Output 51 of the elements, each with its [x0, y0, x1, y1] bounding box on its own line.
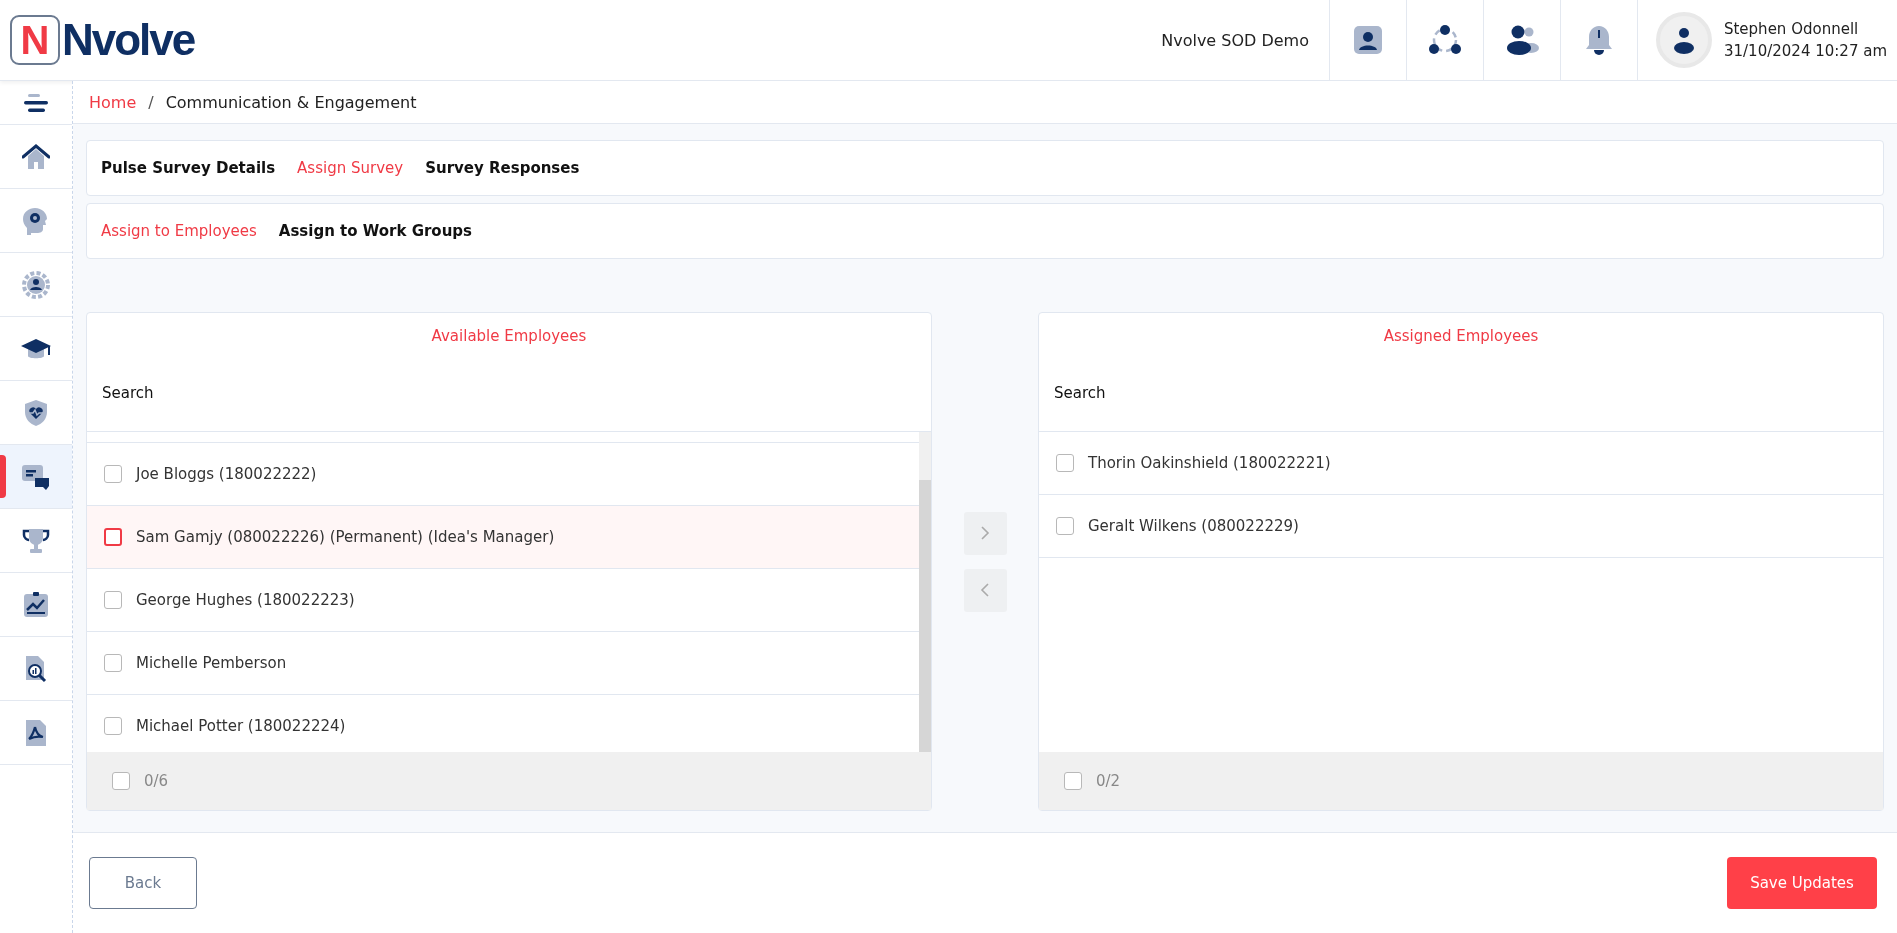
select-all-checkbox[interactable] [112, 772, 130, 790]
menu-icon [23, 91, 49, 114]
list-item[interactable]: Sam Gamjy (080022226) (Permanent) (Idea's Manager) [87, 506, 919, 569]
checkbox[interactable] [104, 654, 122, 672]
panel-title: Available Employees [430, 326, 588, 347]
select-all-checkbox[interactable] [1064, 772, 1082, 790]
users-icon[interactable] [1504, 24, 1539, 56]
search-label: Search [102, 384, 154, 402]
head-gear-icon [23, 206, 49, 235]
chart-board-icon [22, 590, 50, 619]
gear-person-icon [22, 270, 50, 299]
organisation-name: Nvolve SOD Demo [1161, 30, 1310, 50]
breadcrumb-link[interactable]: Home [89, 92, 137, 112]
bell-icon[interactable] [1583, 24, 1614, 56]
document-search-icon [23, 654, 49, 683]
home-icon [22, 143, 50, 170]
breadcrumb-separator: / [148, 92, 154, 112]
date-time: 31/10/2024 10:27 am [1723, 41, 1887, 62]
checkbox[interactable] [104, 591, 122, 609]
trophy-icon [22, 526, 50, 555]
chat-icon [21, 462, 51, 491]
list-item[interactable]: Michelle Pemberson [87, 632, 919, 695]
list-item[interactable]: George Hughes (180022223) [87, 569, 919, 632]
list-item[interactable]: Thorin Oakinshield (180022221) [1039, 432, 1883, 495]
tab[interactable]: Survey Responses [425, 159, 580, 177]
chevron-left-icon [980, 583, 990, 597]
logo-letter: N [10, 15, 60, 65]
tab[interactable]: Assign to Work Groups [278, 222, 472, 240]
checkbox[interactable] [104, 465, 122, 483]
tab[interactable]: Assign Survey [297, 159, 404, 177]
shield-heart-icon [23, 398, 49, 427]
network-icon[interactable] [1427, 24, 1462, 56]
checkbox[interactable] [104, 717, 122, 735]
checkbox[interactable] [1056, 454, 1074, 472]
checkbox[interactable] [104, 528, 122, 546]
sidebar-item[interactable] [0, 445, 72, 509]
tab[interactable]: Pulse Survey Details [101, 159, 276, 177]
selection-count: 0/6 [144, 772, 169, 790]
breadcrumb-current: Communication & Engagement [165, 92, 417, 112]
user-name: Stephen Odonnell [1723, 19, 1860, 40]
chevron-right-icon [980, 526, 990, 540]
logo-text: Nvolve [62, 15, 195, 65]
search-label: Search [1054, 384, 1106, 402]
checkbox[interactable] [1056, 517, 1074, 535]
back-button[interactable]: Back [89, 857, 197, 909]
panel-title: Assigned Employees [1382, 326, 1540, 347]
list-item[interactable]: Geralt Wilkens (080022229) [1039, 495, 1883, 558]
selection-count: 0/2 [1096, 772, 1121, 790]
contact-card-icon[interactable] [1352, 25, 1383, 55]
tab[interactable]: Assign to Employees [101, 222, 257, 240]
pdf-file-icon [23, 718, 49, 747]
